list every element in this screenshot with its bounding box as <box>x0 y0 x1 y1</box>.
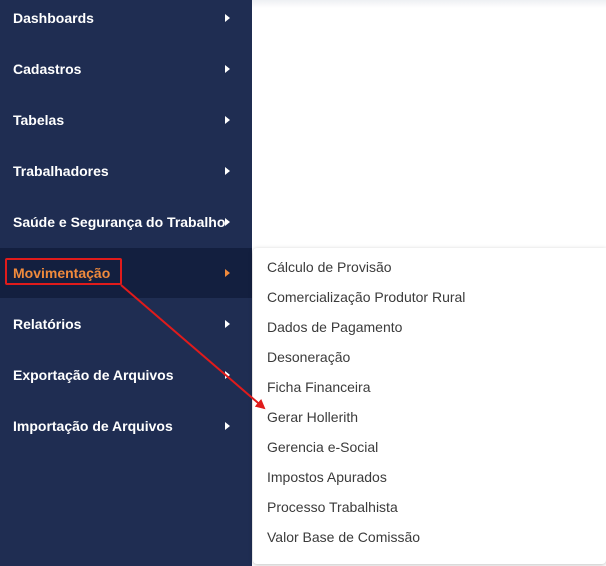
sidebar-item-label: Tabelas <box>13 112 65 128</box>
sidebar-item-label: Exportação de Arquivos <box>13 367 174 383</box>
submenu-item-label: Processo Trabalhista <box>267 499 398 515</box>
content-top-shadow <box>252 0 606 8</box>
submenu-item-label: Gerar Hollerith <box>267 409 359 425</box>
sidebar-item-importacao[interactable]: Importação de Arquivos <box>0 401 252 451</box>
submenu-item-label: Impostos Apurados <box>267 469 387 485</box>
submenu-item-calculo-provisao[interactable]: Cálculo de Provisão <box>267 252 392 282</box>
chevron-right-icon <box>225 269 230 277</box>
annotation-highlight-box <box>5 258 122 285</box>
chevron-right-icon <box>225 116 230 124</box>
submenu-item-label: Comercialização Produtor Rural <box>267 289 466 305</box>
chevron-right-icon <box>225 422 230 430</box>
submenu-item-ficha-financeira[interactable]: Ficha Financeira <box>267 372 371 402</box>
submenu-item-gerencia-esocial[interactable]: Gerencia e-Social <box>267 432 378 462</box>
chevron-right-icon <box>225 218 230 226</box>
sidebar-item-trabalhadores[interactable]: Trabalhadores <box>0 146 252 196</box>
chevron-right-icon <box>225 167 230 175</box>
sidebar-item-label: Saúde e Segurança do Trabalho <box>13 214 226 230</box>
submenu-item-valor-base-comissao[interactable]: Valor Base de Comissão <box>267 522 420 552</box>
submenu-item-label: Valor Base de Comissão <box>267 529 421 545</box>
sidebar-item-cadastros[interactable]: Cadastros <box>0 44 252 94</box>
sidebar-item-saude-seguranca[interactable]: Saúde e Segurança do Trabalho <box>0 197 252 247</box>
submenu-item-comercializacao[interactable]: Comercialização Produtor Rural <box>267 282 465 312</box>
chevron-right-icon <box>225 14 230 22</box>
sidebar-item-label: Dashboards <box>13 10 94 26</box>
submenu-item-gerar-hollerith[interactable]: Gerar Hollerith <box>267 402 358 432</box>
sidebar-item-label: Relatórios <box>13 316 82 332</box>
submenu-item-label: Desoneração <box>267 349 351 365</box>
submenu-item-dados-pagamento[interactable]: Dados de Pagamento <box>267 312 402 342</box>
sidebar-item-label: Cadastros <box>13 61 82 77</box>
submenu-movimentacao: Cálculo de Provisão Comercialização Prod… <box>253 248 606 564</box>
submenu-item-impostos-apurados[interactable]: Impostos Apurados <box>267 462 387 492</box>
sidebar-item-label: Importação de Arquivos <box>13 418 173 434</box>
sidebar-item-label: Trabalhadores <box>13 163 109 179</box>
submenu-item-label: Ficha Financeira <box>267 379 371 395</box>
sidebar-item-exportacao[interactable]: Exportação de Arquivos <box>0 350 252 400</box>
chevron-right-icon <box>225 371 230 379</box>
submenu-item-label: Dados de Pagamento <box>267 319 403 335</box>
sidebar-item-tabelas[interactable]: Tabelas <box>0 95 252 145</box>
submenu-item-processo-trabalhista[interactable]: Processo Trabalhista <box>267 492 398 522</box>
chevron-right-icon <box>225 65 230 73</box>
sidebar-item-dashboards[interactable]: Dashboards <box>0 0 252 43</box>
submenu-item-label: Cálculo de Provisão <box>267 259 392 275</box>
chevron-right-icon <box>225 320 230 328</box>
submenu-item-desoneracao[interactable]: Desoneração <box>267 342 350 372</box>
sidebar-item-relatorios[interactable]: Relatórios <box>0 299 252 349</box>
submenu-item-label: Gerencia e-Social <box>267 439 379 455</box>
